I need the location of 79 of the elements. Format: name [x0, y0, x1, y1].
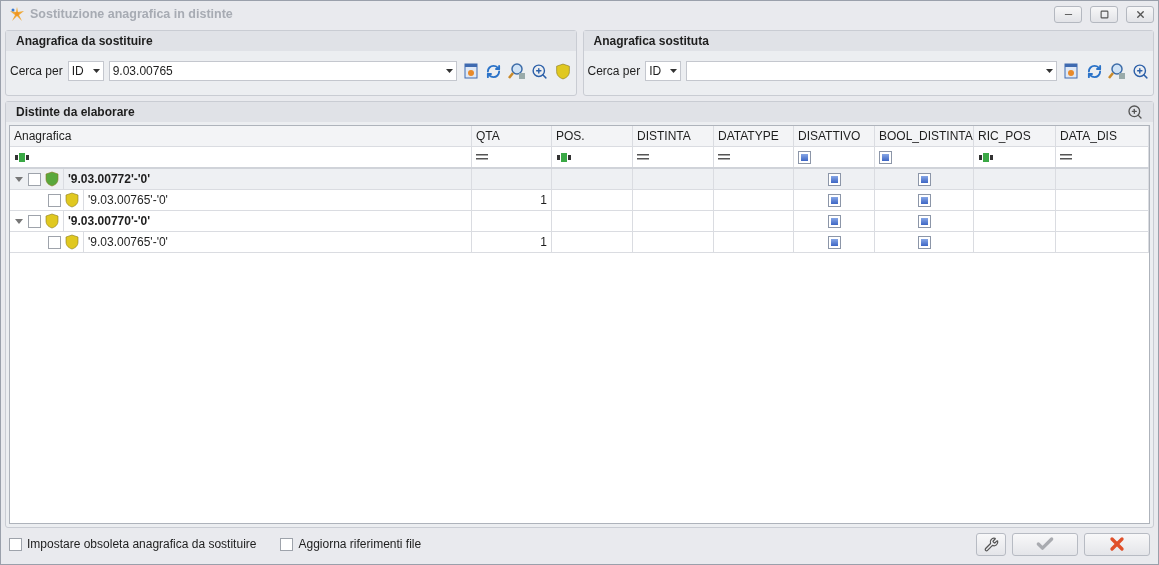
- maximize-button[interactable]: [1090, 5, 1118, 23]
- card-icon[interactable]: [461, 62, 480, 80]
- dropdown-value: ID: [649, 64, 662, 78]
- search-label: Cerca per: [10, 64, 63, 78]
- equals-filter-icon: [1060, 154, 1072, 160]
- tree-row[interactable]: '9.03.00770'-'0': [10, 211, 1149, 232]
- column-header[interactable]: DATA_DIS: [1056, 126, 1149, 146]
- dropdown-arrow-icon[interactable]: [92, 69, 100, 73]
- dropdown-value: ID: [71, 64, 84, 78]
- checkbox[interactable]: [917, 172, 931, 186]
- zoom-in-icon[interactable]: [1131, 62, 1149, 80]
- row-checkbox[interactable]: [28, 172, 41, 186]
- dropdown-arrow-icon[interactable]: [445, 69, 453, 73]
- tree-node-label: '9.03.00765'-'0': [83, 190, 471, 210]
- checkbox[interactable]: [9, 537, 22, 551]
- checkbox-label: Impostare obsoleta anagrafica da sostituire: [27, 537, 257, 551]
- text-filter-icon: [556, 152, 572, 162]
- close-icon: [1134, 8, 1146, 20]
- panel-title: Anagrafica da sostituire: [16, 34, 153, 48]
- row-checkbox[interactable]: [28, 214, 41, 228]
- row-checkbox[interactable]: [48, 193, 61, 207]
- search-icon[interactable]: [1108, 62, 1126, 80]
- card-icon[interactable]: [1062, 62, 1080, 80]
- checkbox[interactable]: [917, 193, 931, 207]
- panel-title: Distinte da elaborare: [16, 105, 135, 119]
- equals-filter-icon: [718, 154, 730, 160]
- checkbox[interactable]: [917, 214, 931, 228]
- tree-node-label: '9.03.00765'-'0': [83, 232, 471, 252]
- checkbox[interactable]: [280, 537, 294, 551]
- refresh-icon[interactable]: [484, 62, 503, 80]
- column-header[interactable]: RIC_POS: [974, 126, 1056, 146]
- checkbox-filter[interactable]: [798, 150, 811, 164]
- search-by-dropdown[interactable]: ID: [645, 61, 682, 81]
- dropdown-arrow-icon[interactable]: [1046, 69, 1053, 73]
- checkbox[interactable]: [827, 214, 841, 228]
- column-header[interactable]: DISTINTA: [633, 126, 714, 146]
- expand-arrow-icon[interactable]: [15, 176, 23, 182]
- zoom-in-icon[interactable]: [1127, 104, 1143, 120]
- search-combo[interactable]: 9.03.00765: [108, 61, 457, 81]
- checkbox[interactable]: [827, 235, 841, 249]
- column-header[interactable]: POS.: [552, 126, 633, 146]
- column-header[interactable]: DISATTIVO: [794, 126, 875, 146]
- panel-title: Anagrafica sostituta: [593, 34, 709, 48]
- search-label: Cerca per: [587, 64, 641, 78]
- tree-row[interactable]: '9.03.00765'-'0' 1: [10, 232, 1149, 253]
- text-filter-icon: [14, 152, 30, 162]
- checkbox[interactable]: [827, 193, 841, 207]
- wrench-icon: [983, 536, 999, 552]
- checkbox[interactable]: [827, 172, 841, 186]
- search-by-dropdown[interactable]: ID: [67, 61, 104, 81]
- refresh-icon[interactable]: [1085, 62, 1103, 80]
- table-cell: 1: [540, 235, 547, 249]
- maximize-icon: [1099, 9, 1109, 19]
- app-logo-icon: [9, 6, 25, 22]
- checkbox-filter[interactable]: [879, 150, 892, 164]
- window-title: Sostituzione anagrafica in distinte: [30, 7, 234, 21]
- column-header[interactable]: Anagrafica: [10, 126, 472, 146]
- tree-node-label: '9.03.00772'-'0': [63, 169, 471, 189]
- search-icon[interactable]: [507, 62, 526, 80]
- equals-filter-icon: [637, 154, 649, 160]
- column-header[interactable]: BOOL_DISTINTA: [875, 126, 974, 146]
- expand-arrow-icon[interactable]: [15, 218, 23, 224]
- table-cell: 1: [540, 193, 547, 207]
- cancel-button[interactable]: [1084, 532, 1150, 556]
- close-icon: [1107, 534, 1127, 554]
- tools-button[interactable]: [976, 532, 1006, 556]
- row-checkbox[interactable]: [48, 235, 61, 249]
- tree-node-label: '9.03.00770'-'0': [63, 211, 471, 231]
- tree-row[interactable]: '9.03.00765'-'0' 1: [10, 190, 1149, 211]
- equals-filter-icon: [476, 154, 488, 160]
- column-header[interactable]: DATATYPE: [714, 126, 794, 146]
- tree-row[interactable]: '9.03.00772'-'0': [10, 169, 1149, 190]
- column-header[interactable]: QTA: [472, 126, 552, 146]
- zoom-in-icon[interactable]: [530, 62, 549, 80]
- close-button[interactable]: [1126, 5, 1154, 23]
- checkbox[interactable]: [917, 235, 931, 249]
- checkbox-label: Aggiorna riferimenti file: [298, 537, 422, 551]
- dropdown-arrow-icon[interactable]: [670, 69, 678, 73]
- text-filter-icon: [978, 152, 994, 162]
